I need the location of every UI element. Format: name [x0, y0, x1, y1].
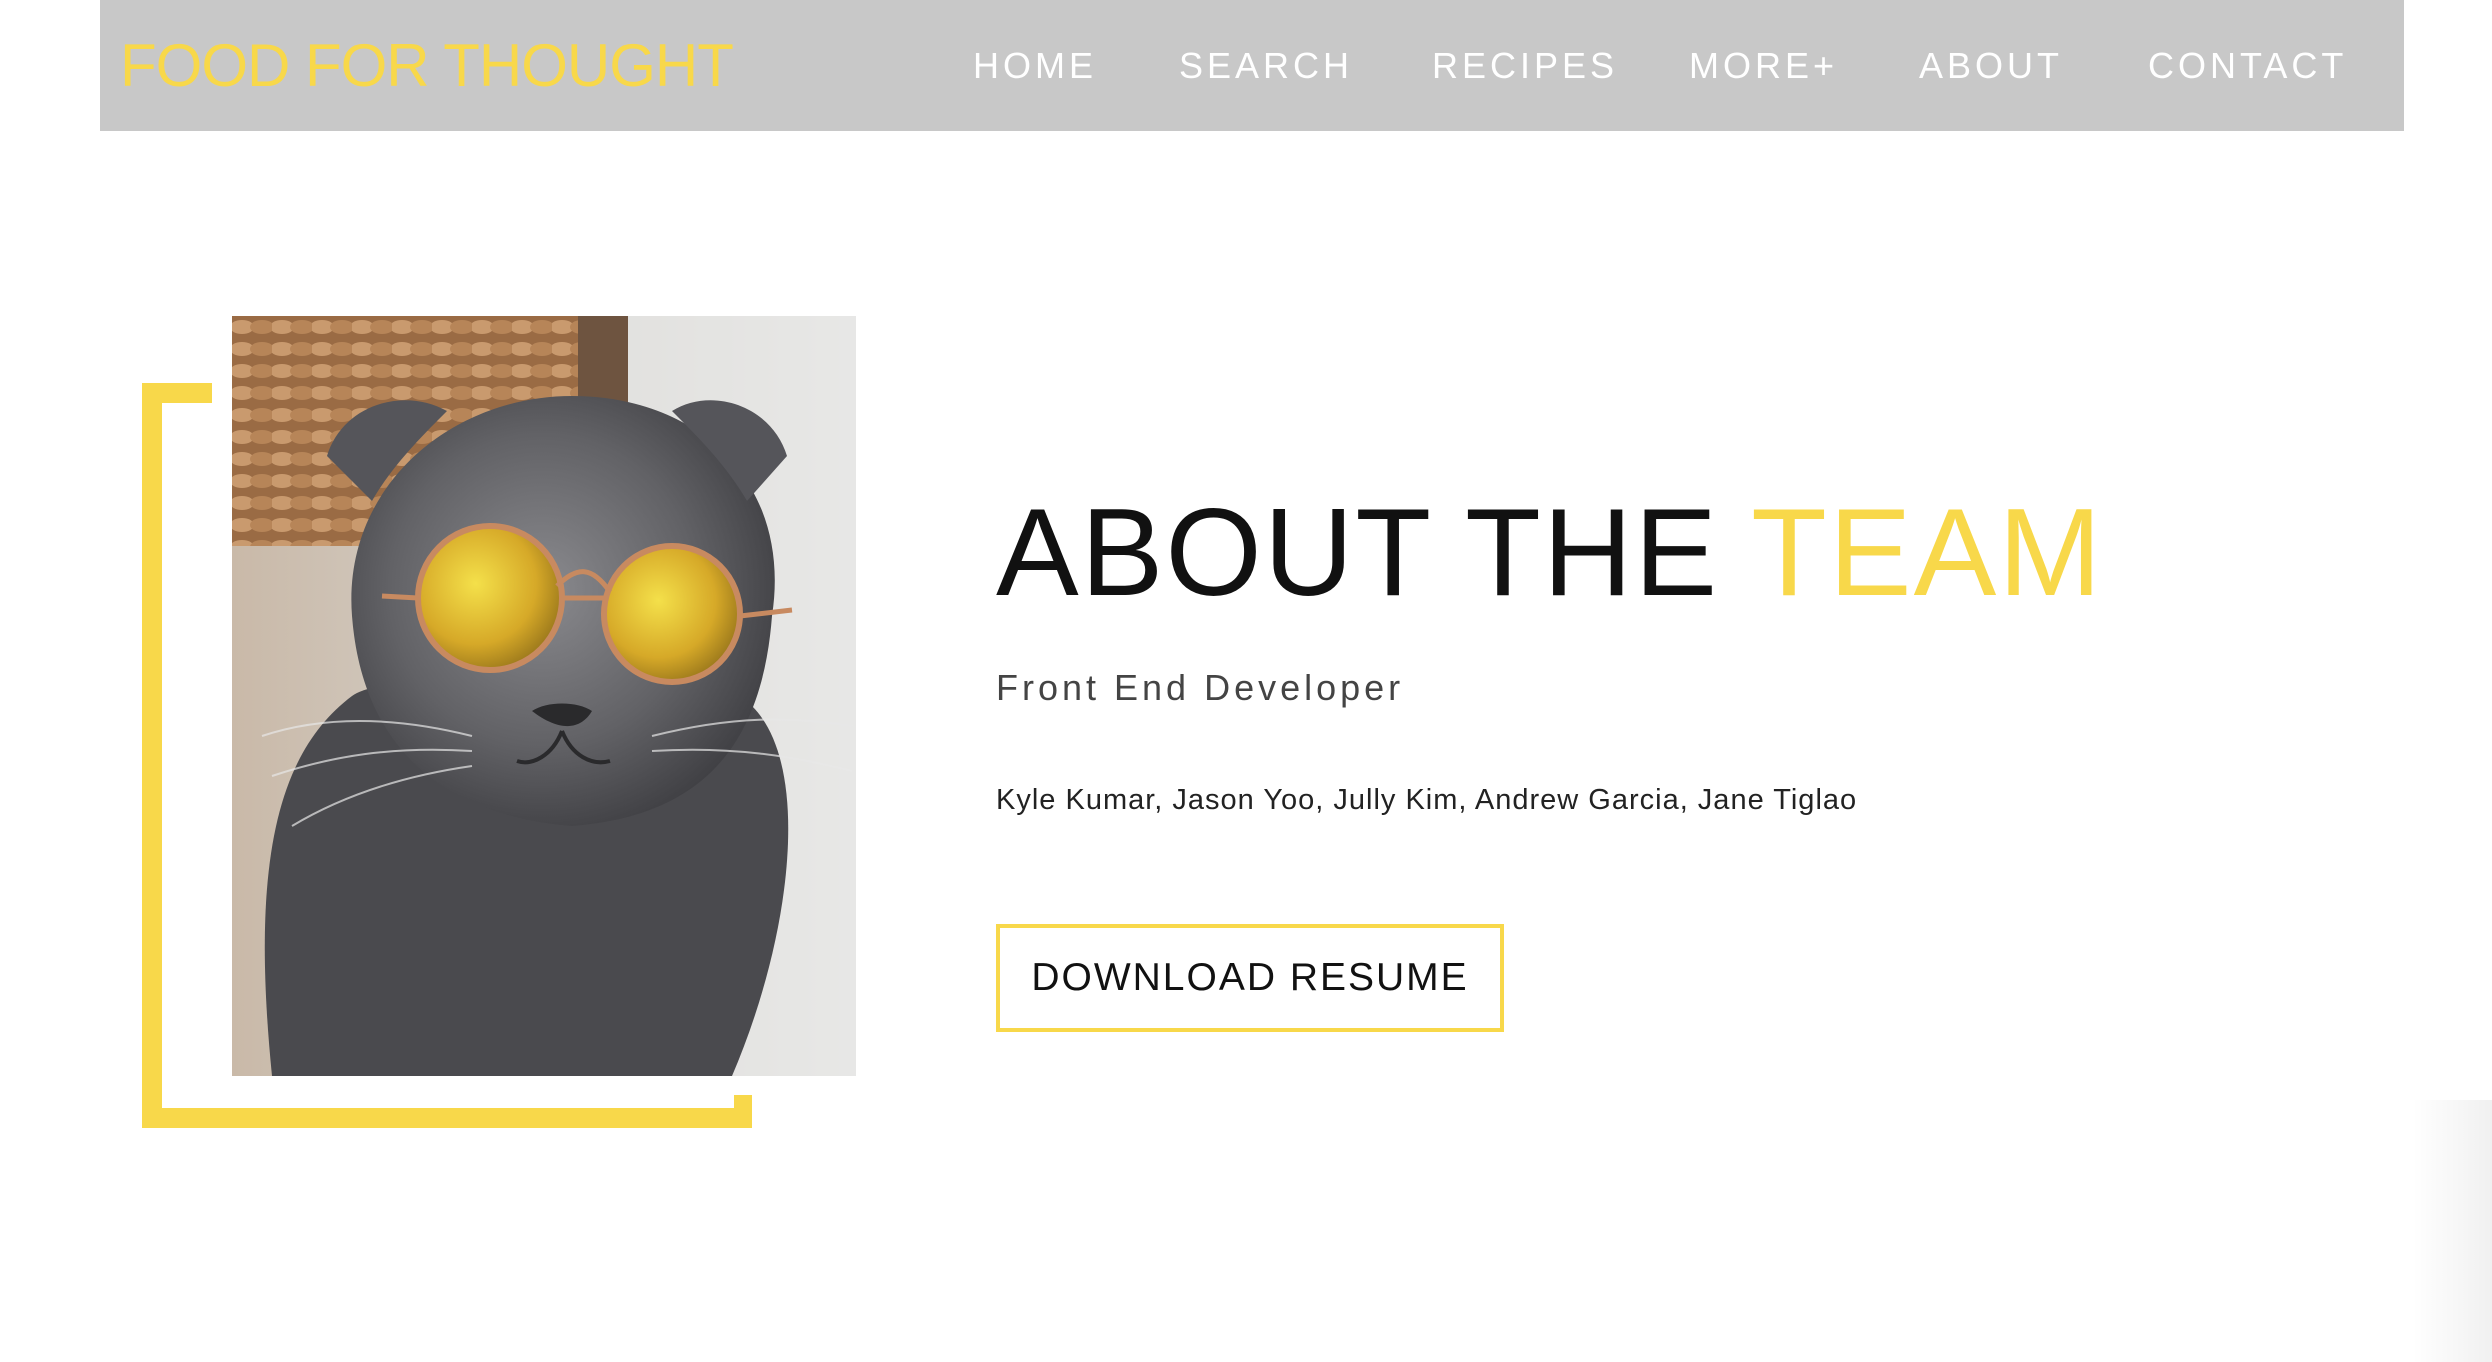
- top-navbar: FOOD FOR THOUGHT HOME SEARCH RECIPES MOR…: [100, 0, 2404, 131]
- about-title-main: ABOUT THE: [996, 484, 1720, 622]
- nav-links: HOME SEARCH RECIPES MORE+ ABOUT CONTACT: [100, 44, 2404, 88]
- photo-frame-left: [142, 383, 162, 1128]
- photo-frame-top: [142, 383, 212, 403]
- about-title-accent: TEAM: [1751, 484, 2104, 622]
- download-resume-button[interactable]: DOWNLOAD RESUME: [996, 924, 1504, 1032]
- nav-contact[interactable]: CONTACT: [2148, 44, 2347, 88]
- cat-with-sunglasses-icon: [232, 316, 856, 1076]
- about-title: ABOUT THE TEAM: [996, 488, 2104, 618]
- photo-frame-right: [734, 1095, 752, 1128]
- role-subtitle: Front End Developer: [996, 667, 1405, 708]
- nav-more[interactable]: MORE+: [1689, 44, 1838, 88]
- page-edge-shadow: [2412, 1100, 2492, 1362]
- nav-about[interactable]: ABOUT: [1919, 44, 2063, 88]
- nav-recipes[interactable]: RECIPES: [1432, 44, 1618, 88]
- photo-frame-bottom: [142, 1108, 752, 1128]
- team-photo: [232, 316, 856, 1076]
- nav-home[interactable]: HOME: [973, 44, 1097, 88]
- nav-search[interactable]: SEARCH: [1179, 44, 1353, 88]
- team-names: Kyle Kumar, Jason Yoo, Jully Kim, Andrew…: [996, 784, 1858, 816]
